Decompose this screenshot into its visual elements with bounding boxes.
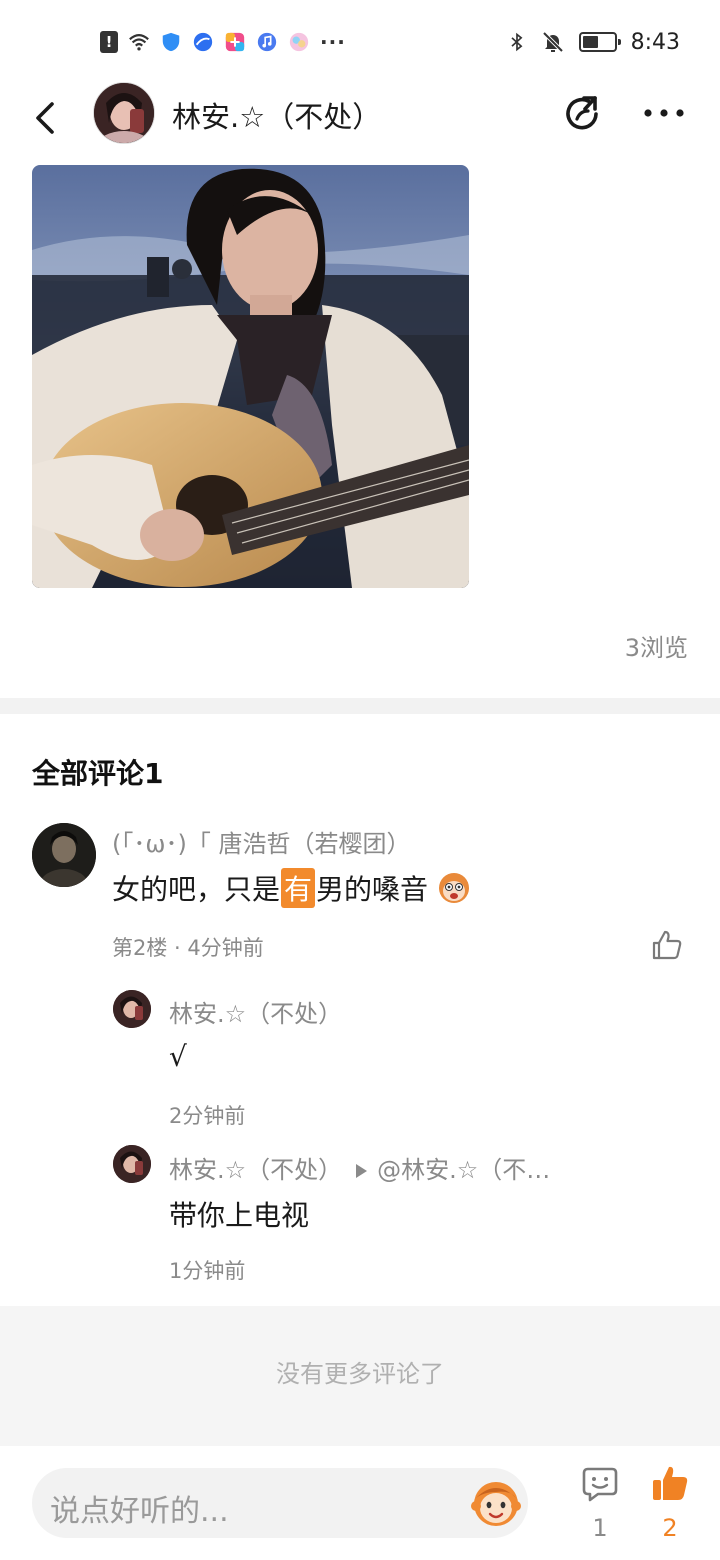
app-icon <box>225 32 245 52</box>
music-icon <box>257 32 277 52</box>
reply-author[interactable]: 林安.☆（不处） <box>169 1156 342 1184</box>
comment-text-end: 男的嗓音 <box>316 873 429 906</box>
reply-text: √ <box>169 1040 187 1073</box>
battery-fill <box>582 36 598 48</box>
no-more-comments: 没有更多评论了 <box>276 1360 444 1388</box>
thumbs-up-icon[interactable] <box>650 928 684 962</box>
browser-icon <box>193 32 213 52</box>
emoji-picker-icon[interactable] <box>470 1478 522 1530</box>
view-count: 3浏览 <box>624 634 688 662</box>
reply-target[interactable]: @林安.☆（不… <box>377 1156 550 1184</box>
more-indicator: ··· <box>320 30 346 54</box>
share-icon[interactable] <box>562 92 606 136</box>
comment-input[interactable]: 说点好听的... <box>32 1468 528 1538</box>
comment-count-button[interactable]: 1 <box>578 1464 622 1556</box>
reply-author[interactable]: 林安.☆（不处） <box>169 994 342 1029</box>
comment-count: 1 <box>592 1514 608 1542</box>
comment-text-start: 女的吧，只是 <box>112 873 281 906</box>
palette-icon <box>289 32 309 52</box>
thumbs-up-filled-icon <box>653 1466 688 1500</box>
alert-icon: ! <box>100 31 118 53</box>
author-avatar[interactable] <box>93 82 155 144</box>
bluetooth-icon <box>511 32 523 52</box>
reply-avatar[interactable] <box>113 1145 151 1183</box>
status-left-icons: ! ··· <box>100 28 346 56</box>
reply-time: 2分钟前 <box>169 1104 246 1128</box>
bottom-bar: 说点好听的... 1 2 <box>0 1446 720 1560</box>
commenter-avatar[interactable] <box>32 823 96 887</box>
mute-icon <box>542 31 564 53</box>
back-icon[interactable] <box>30 98 64 138</box>
comment-meta: 第2楼 · 4分钟前 <box>112 936 264 960</box>
reply-text: 带你上电视 <box>169 1199 310 1232</box>
reply-avatar[interactable] <box>113 990 151 1028</box>
reply-arrow-icon <box>356 1164 368 1178</box>
status-right-icons: 8:43 <box>507 26 680 58</box>
page-title[interactable]: 林安.☆（不处） <box>172 94 381 136</box>
like-count: 2 <box>662 1514 678 1542</box>
comment-author[interactable]: (「･ω･)「 唐浩哲（若樱团） <box>112 824 410 859</box>
post-image[interactable] <box>32 165 469 588</box>
like-button[interactable]: 2 <box>648 1464 692 1556</box>
wifi-icon <box>129 34 149 51</box>
comment-icon <box>582 1467 618 1502</box>
header: 林安.☆（不处） <box>0 80 720 150</box>
comment-input-placeholder: 说点好听的... <box>50 1494 229 1529</box>
section-divider <box>0 698 720 714</box>
monkey-emoji-icon <box>439 873 470 903</box>
reply-header: 林安.☆（不处） @林安.☆（不… <box>169 1150 550 1185</box>
comment-highlight: 有 <box>281 868 316 908</box>
comments-title: 全部评论1 <box>32 757 164 790</box>
status-bar: ! ··· 8:43 <box>0 0 720 84</box>
comment-text: 女的吧，只是 有 男的嗓音 <box>112 868 472 908</box>
status-time: 8:43 <box>630 29 680 55</box>
shield-icon <box>162 32 180 52</box>
battery-icon <box>578 32 621 52</box>
reply-time: 1分钟前 <box>169 1259 246 1283</box>
more-icon[interactable] <box>642 98 686 128</box>
